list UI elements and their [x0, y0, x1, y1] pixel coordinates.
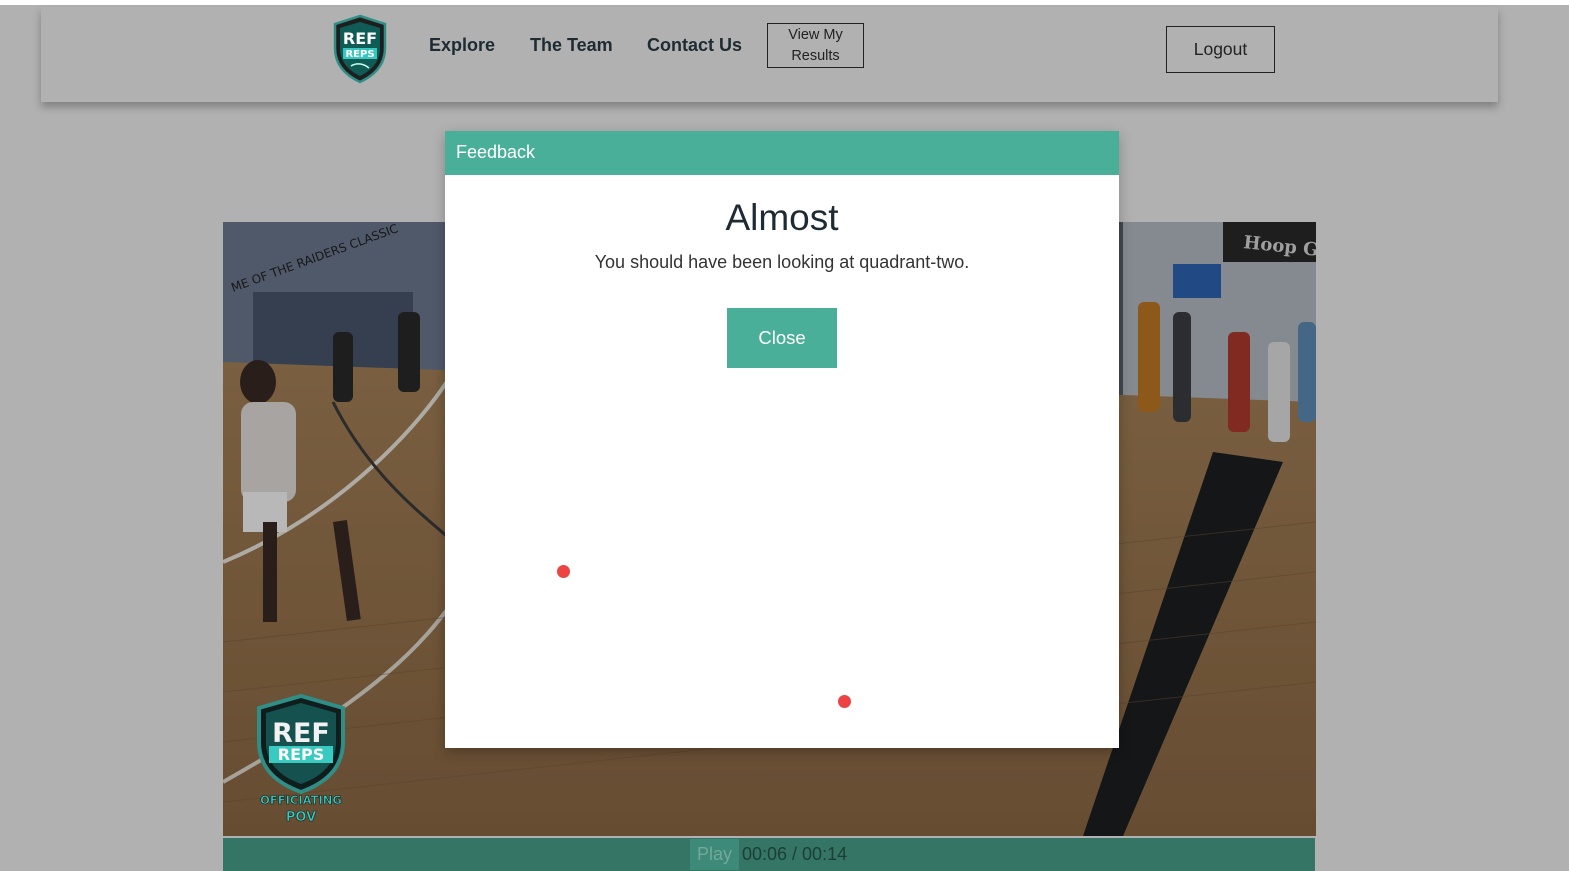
view-results-label-line2: Results — [791, 47, 840, 64]
play-button[interactable]: Play — [690, 839, 739, 870]
view-results-label-line1: View My — [788, 26, 843, 43]
svg-text:REF: REF — [343, 29, 377, 48]
video-time: 00:06 / 00:14 — [742, 844, 848, 864]
top-border — [0, 0, 1569, 5]
modal-header: Feedback — [445, 131, 1119, 175]
nav-explore-link[interactable]: Explore — [429, 35, 495, 56]
nav-contact-link[interactable]: Contact Us — [647, 35, 742, 56]
click-marker-dot-icon — [557, 565, 570, 578]
modal-message: You should have been looking at quadrant… — [594, 252, 970, 272]
ref-reps-logo-icon[interactable]: REF REPS — [331, 14, 389, 84]
close-button[interactable]: Close — [727, 308, 837, 368]
logout-button[interactable]: Logout — [1166, 26, 1275, 73]
feedback-modal: Feedback Almost You should have been loo… — [445, 131, 1119, 748]
watermark-officiating-text: OFFICIATING — [260, 793, 342, 807]
watermark-reps-text: REPS — [278, 745, 325, 764]
svg-text:REPS: REPS — [345, 49, 374, 60]
nav-team-link[interactable]: The Team — [530, 35, 613, 56]
watermark-pov-text: POV — [286, 810, 316, 825]
click-marker-dot-icon — [838, 695, 851, 708]
view-results-button[interactable]: View My Results — [767, 23, 864, 68]
modal-title: Almost — [725, 197, 839, 238]
navbar: REF REPS Explore The Team Contact Us Vie… — [41, 7, 1498, 102]
ref-reps-watermark-icon: REF REPS OFFICIATING POV — [257, 693, 345, 825]
video-controls: Play 00:06 / 00:14 — [223, 838, 1315, 871]
